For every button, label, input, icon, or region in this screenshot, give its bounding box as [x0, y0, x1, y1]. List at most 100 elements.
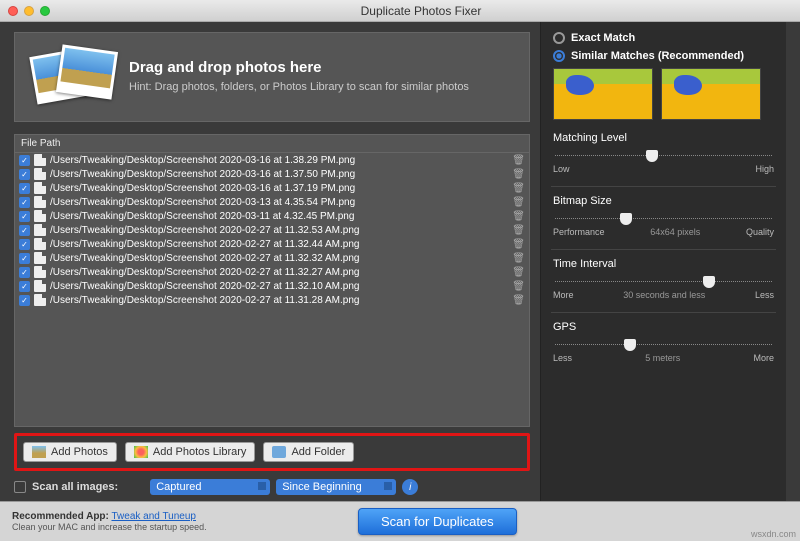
add-photos-library-button[interactable]: Add Photos Library	[125, 442, 256, 462]
trash-icon[interactable]: 🗑	[512, 183, 525, 194]
recommended-sub: Clean your MAC and increase the startup …	[12, 522, 207, 532]
checkbox-icon[interactable]: ✓	[19, 253, 30, 264]
file-row[interactable]: ✓/Users/Tweaking/Desktop/Screenshot 2020…	[15, 209, 529, 223]
checkbox-icon[interactable]: ✓	[19, 225, 30, 236]
info-icon[interactable]: i	[402, 479, 418, 495]
file-row[interactable]: ✓ /Users/Tweaking/Desktop/Screenshot 2020…	[15, 251, 529, 265]
checkbox-icon[interactable]: ✓	[19, 239, 30, 250]
file-row[interactable]: ✓/Users/Tweaking/Desktop/Screenshot 2020…	[15, 279, 529, 293]
file-icon	[34, 280, 46, 292]
slider-left-label: Performance	[553, 227, 605, 237]
drop-zone[interactable]: Drag and drop photos here Hint: Drag pho…	[14, 32, 530, 122]
scan-options-row: Scan all images: Captured Since Beginnin…	[14, 479, 530, 495]
file-row[interactable]: ✓/Users/Tweaking/Desktop/Screenshot 2020…	[15, 181, 529, 195]
photo-icon	[32, 446, 46, 458]
recommended-label: Recommended App:	[12, 511, 109, 522]
gps-section: GPS Less 5 meters More	[553, 321, 774, 363]
scan-duplicates-button[interactable]: Scan for Duplicates	[358, 508, 517, 535]
checkbox-icon[interactable]: ✓	[19, 155, 30, 166]
add-folder-button[interactable]: Add Folder	[263, 442, 354, 462]
file-row[interactable]: ✓/Users/Tweaking/Desktop/Screenshot 2020…	[15, 167, 529, 181]
trash-icon[interactable]: 🗑	[512, 155, 525, 166]
title-bar: Duplicate Photos Fixer	[0, 0, 800, 22]
thumb-icon	[661, 68, 761, 120]
bitmap-size-slider[interactable]	[555, 215, 772, 223]
trash-icon[interactable]: 🗑	[512, 267, 525, 278]
trash-icon[interactable]: 🗑	[512, 253, 525, 264]
slider-right-label: Less	[755, 290, 774, 300]
maximize-icon[interactable]	[40, 6, 50, 16]
matching-level-slider[interactable]	[555, 152, 772, 160]
slider-mid-label: 5 meters	[645, 353, 680, 363]
file-row[interactable]: ✓/Users/Tweaking/Desktop/Screenshot 2020…	[15, 293, 529, 307]
gps-slider[interactable]	[555, 341, 772, 349]
trash-icon[interactable]: 🗑	[512, 239, 525, 250]
watermark: wsxdn.com	[751, 529, 796, 539]
checkbox-icon[interactable]: ✓	[19, 281, 30, 292]
file-path: /Users/Tweaking/Desktop/Screenshot 2020-…	[50, 155, 355, 166]
file-icon	[34, 238, 46, 250]
preview-thumbs	[553, 68, 774, 120]
slider-mid-label: 30 seconds and less	[623, 290, 705, 300]
scan-all-checkbox[interactable]	[14, 481, 26, 493]
time-interval-section: Time Interval More 30 seconds and less L…	[553, 258, 774, 300]
checkbox-icon[interactable]: ✓	[19, 183, 30, 194]
slider-left-label: More	[553, 290, 574, 300]
trash-icon[interactable]: 🗑	[512, 225, 525, 236]
exact-match-radio[interactable]: Exact Match	[553, 32, 774, 44]
trash-icon[interactable]: 🗑	[512, 211, 525, 222]
bitmap-size-title: Bitmap Size	[553, 195, 774, 207]
file-icon	[34, 224, 46, 236]
file-icon	[34, 210, 46, 222]
matching-level-title: Matching Level	[553, 132, 774, 144]
close-icon[interactable]	[8, 6, 18, 16]
file-row[interactable]: ✓ /Users/Tweaking/Desktop/Screenshot 2020…	[15, 237, 529, 251]
file-row[interactable]: ✓/Users/Tweaking/Desktop/Screenshot 2020…	[15, 195, 529, 209]
add-library-label: Add Photos Library	[153, 446, 247, 458]
radio-icon	[553, 32, 565, 44]
file-icon	[34, 154, 46, 166]
drop-heading: Drag and drop photos here	[129, 59, 469, 76]
trash-icon[interactable]: 🗑	[512, 169, 525, 180]
photos-stack-icon	[33, 46, 111, 108]
file-row[interactable]: ✓/Users/Tweaking/Desktop/Screenshot 2020…	[15, 265, 529, 279]
trash-icon[interactable]: 🗑	[512, 295, 525, 306]
add-photos-label: Add Photos	[51, 446, 108, 458]
file-icon	[34, 294, 46, 306]
time-interval-slider[interactable]	[555, 278, 772, 286]
file-row[interactable]: ✓ /Users/Tweaking/Desktop/Screenshot 2020…	[15, 223, 529, 237]
add-photos-button[interactable]: Add Photos	[23, 442, 117, 462]
checkbox-icon[interactable]: ✓	[19, 211, 30, 222]
file-icon	[34, 168, 46, 180]
minimize-icon[interactable]	[24, 6, 34, 16]
slider-right-label: More	[753, 353, 774, 363]
file-icon	[34, 266, 46, 278]
folder-icon	[272, 446, 286, 458]
file-path: /Users/Tweaking/Desktop/Screenshot 2020-…	[50, 239, 359, 250]
file-list: File Path ✓/Users/Tweaking/Desktop/Scree…	[14, 134, 530, 427]
drop-hint: Hint: Drag photos, folders, or Photos Li…	[129, 80, 469, 94]
traffic-lights	[8, 6, 50, 16]
checkbox-icon[interactable]: ✓	[19, 197, 30, 208]
radio-icon	[553, 50, 565, 62]
time-interval-title: Time Interval	[553, 258, 774, 270]
file-icon	[34, 252, 46, 264]
bitmap-size-section: Bitmap Size Performance 64x64 pixels Qua…	[553, 195, 774, 237]
slider-right-label: Quality	[746, 227, 774, 237]
checkbox-icon[interactable]: ✓	[19, 169, 30, 180]
since-select[interactable]: Since Beginning	[276, 479, 396, 495]
add-folder-label: Add Folder	[291, 446, 345, 458]
gps-title: GPS	[553, 321, 774, 333]
recommended-link[interactable]: Tweak and Tuneup	[111, 511, 196, 522]
file-row[interactable]: ✓ /Users/Tweaking/Desktop/Screenshot 2020…	[15, 153, 529, 167]
similar-match-radio[interactable]: Similar Matches (Recommended)	[553, 50, 774, 62]
file-path: /Users/Tweaking/Desktop/Screenshot 2020-…	[50, 225, 359, 236]
exact-match-label: Exact Match	[571, 32, 635, 44]
add-buttons-bar: Add Photos Add Photos Library Add Folder	[14, 433, 530, 471]
file-path: /Users/Tweaking/Desktop/Screenshot 2020-…	[50, 253, 359, 264]
captured-select[interactable]: Captured	[150, 479, 270, 495]
checkbox-icon[interactable]: ✓	[19, 295, 30, 306]
checkbox-icon[interactable]: ✓	[19, 267, 30, 278]
trash-icon[interactable]: 🗑	[512, 197, 525, 208]
trash-icon[interactable]: 🗑	[512, 281, 525, 292]
